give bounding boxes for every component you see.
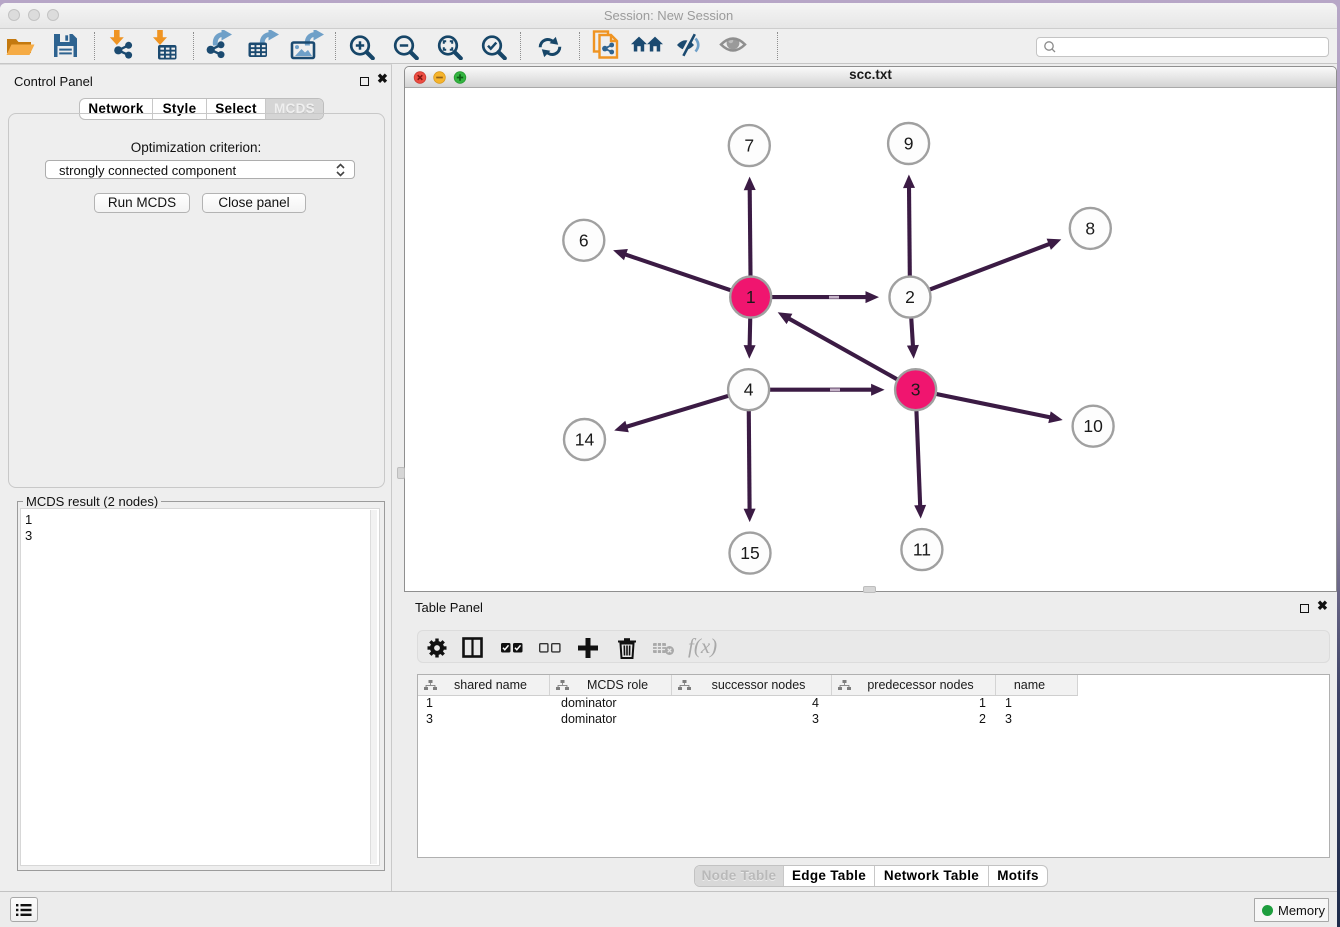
svg-text:2: 2 [905, 287, 915, 307]
svg-text:8: 8 [1085, 218, 1095, 238]
svg-text:11: 11 [913, 540, 931, 560]
svg-text:7: 7 [744, 136, 754, 156]
svg-text:15: 15 [740, 543, 759, 563]
svg-text:10: 10 [1083, 416, 1103, 436]
svg-text:6: 6 [579, 230, 589, 250]
svg-text:14: 14 [575, 430, 595, 450]
svg-text:3: 3 [911, 380, 921, 400]
svg-text:4: 4 [744, 380, 754, 400]
svg-text:1: 1 [746, 287, 756, 307]
svg-text:9: 9 [904, 134, 914, 154]
